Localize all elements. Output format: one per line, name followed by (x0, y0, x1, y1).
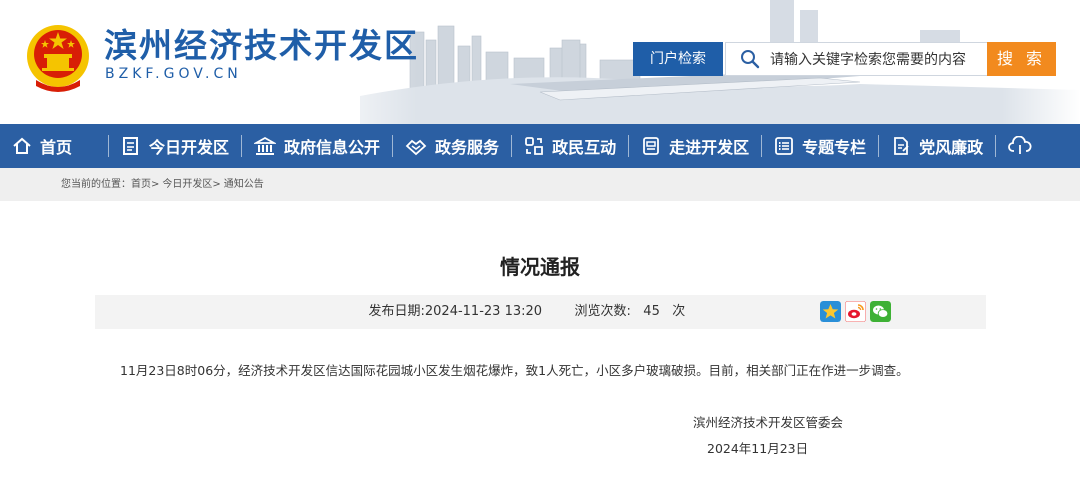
wechat-share-icon[interactable] (869, 301, 891, 322)
government-building-icon (254, 136, 277, 155)
nav-item-label: 政务服务 (435, 138, 500, 157)
view-count: 浏览次数: 45 次 (575, 295, 686, 329)
nav-item-today[interactable]: 今日开发区 (109, 124, 241, 168)
view-count-label: 浏览次数: (574, 304, 631, 319)
view-count-value: 45 (643, 304, 660, 319)
main-nav: 首页 今日开发区 政府信息公开 政务服务 政民互动 走进开发区 专题专栏 党风廉… (0, 124, 1080, 168)
site-search: 门户检索 搜 索 (633, 42, 1057, 76)
article-meta-bar: 发布日期:2024-11-23 13:20 浏览次数: 45 次 (94, 295, 986, 329)
nav-item-label: 走进开发区 (669, 138, 750, 157)
national-emblem-icon (27, 25, 89, 92)
nav-item-interaction[interactable]: 政民互动 (512, 124, 628, 168)
home-icon (13, 137, 31, 154)
article-body: 11月23日8时06分，经济技术开发区信达国际花园城小区发生烟花爆炸，致1人死亡… (120, 363, 909, 378)
signature-organization: 滨州经济技术开发区管委会 (693, 415, 844, 430)
nav-item-services[interactable]: 政务服务 (393, 124, 511, 168)
breadcrumb-separator: > (151, 179, 160, 190)
interaction-icon (525, 137, 543, 155)
nav-item-gov-info[interactable]: 政府信息公开 (242, 124, 392, 168)
nav-item-label: 党风廉政 (919, 138, 984, 157)
view-count-unit: 次 (672, 304, 686, 319)
nav-item-label: 首页 (40, 138, 73, 157)
breadcrumb-link-home[interactable]: 首页 (131, 179, 151, 190)
search-input[interactable] (768, 48, 986, 72)
publish-date: 发布日期:2024-11-23 13:20 (369, 295, 543, 329)
search-button[interactable]: 搜 索 (987, 42, 1056, 76)
breadcrumb: 您当前的位置：首页> 今日开发区> 通知公告 (0, 168, 1080, 201)
service-icon (405, 139, 427, 156)
article-title: 情况通报 (500, 255, 580, 279)
nav-item-label: 政民互动 (552, 138, 617, 157)
site-domain: BZKF.GOV.CN (105, 66, 242, 82)
breadcrumb-prefix: 您当前的位置： (61, 179, 131, 190)
site-name[interactable]: 滨州经济技术开发区 (104, 26, 419, 66)
nav-item-download[interactable] (996, 124, 1052, 168)
portal-search-label[interactable]: 门户检索 (633, 42, 723, 76)
share-buttons (819, 301, 891, 322)
nav-item-home[interactable]: 首页 (0, 124, 84, 168)
search-box[interactable] (725, 42, 989, 76)
nav-item-label: 今日开发区 (149, 138, 230, 157)
newspaper-icon (123, 137, 139, 155)
breadcrumb-bar: 您当前的位置：首页> 今日开发区> 通知公告 (0, 168, 1080, 201)
nav-item-topics[interactable]: 专题专栏 (762, 124, 878, 168)
id-card-icon (643, 137, 659, 155)
nav-item-about[interactable]: 走进开发区 (629, 124, 761, 168)
search-icon (741, 50, 760, 69)
nav-item-integrity[interactable]: 党风廉政 (879, 124, 995, 168)
cloud-download-icon (1008, 136, 1032, 154)
nav-item-label: 政府信息公开 (284, 138, 381, 157)
document-edit-icon (894, 137, 909, 155)
list-icon (775, 137, 793, 155)
breadcrumb-separator: > (212, 179, 221, 190)
breadcrumb-link-today[interactable]: 今日开发区 (162, 179, 212, 190)
publish-date-label: 发布日期: (368, 304, 425, 319)
qzone-share-icon[interactable] (819, 301, 841, 322)
breadcrumb-link-notices[interactable]: 通知公告 (224, 179, 264, 190)
weibo-share-icon[interactable] (844, 301, 866, 322)
nav-item-label: 专题专栏 (802, 138, 867, 157)
site-header: 滨州经济技术开发区 BZKF.GOV.CN 门户检索 搜 索 (0, 0, 1080, 124)
publish-date-value: 2024-11-23 13:20 (424, 304, 543, 319)
signature-date: 2024年11月23日 (707, 441, 809, 456)
